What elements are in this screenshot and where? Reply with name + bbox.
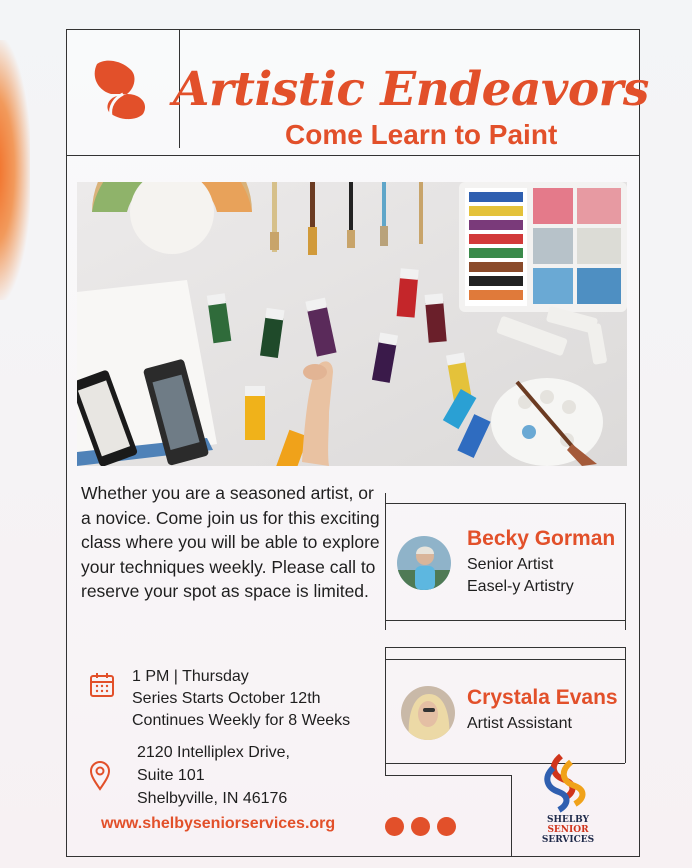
footer-divider-vertical (511, 775, 512, 856)
address-city: Shelbyville, IN 46176 (137, 790, 288, 807)
calendar-icon (90, 673, 114, 697)
header-divider-horizontal (67, 155, 639, 156)
class-description: Whether you are a seasoned artist, or a … (81, 483, 380, 601)
svg-text:SHELBY: SHELBY (547, 815, 590, 825)
card-divider (385, 775, 511, 776)
card-divider (385, 503, 625, 504)
background-paint-splash (0, 40, 30, 300)
butterfly-logo-icon (94, 60, 146, 120)
map-pin-icon (89, 761, 111, 791)
instructor-role: Artist Assistant (467, 715, 572, 732)
instructor-role: Senior Artist (467, 556, 554, 573)
schedule-start: Series Starts October 12th (132, 690, 321, 707)
decorative-dot (385, 817, 404, 836)
svg-text:SERVICES: SERVICES (542, 835, 594, 845)
address-suite: Suite 101 (137, 767, 205, 784)
schedule-duration: Continues Weekly for 8 Weeks (132, 712, 351, 729)
flyer-subtitle: Come Learn to Paint (285, 119, 558, 150)
card-divider-vertical (625, 647, 626, 763)
flyer-title: Artistic Endeavors (173, 62, 649, 117)
decorative-dot (437, 817, 456, 836)
card-divider (385, 659, 625, 660)
avatar (401, 686, 455, 740)
website-link[interactable]: www.shelbyseniorservices.org (101, 815, 335, 833)
card-divider (385, 647, 625, 648)
shelby-senior-services-logo: SHELBY SENIOR SERVICES (542, 753, 594, 845)
card-divider (385, 620, 625, 621)
painting-supplies-photo (77, 182, 627, 466)
decorative-dot (411, 817, 430, 836)
card-divider-vertical (385, 493, 386, 630)
flyer: Artistic Endeavors Come Learn to Paint W… (66, 29, 649, 857)
instructor-name: Crystala Evans (467, 686, 618, 709)
schedule-time: 1 PM | Thursday (132, 668, 249, 685)
address-street: 2120 Intelliplex Drive, (137, 744, 290, 761)
card-divider-vertical (625, 503, 626, 630)
instructor-company: Easel-y Artistry (467, 578, 574, 595)
avatar (397, 536, 451, 590)
card-divider-vertical (385, 647, 386, 775)
svg-text:SENIOR: SENIOR (547, 825, 589, 835)
instructor-name: Becky Gorman (467, 527, 616, 550)
